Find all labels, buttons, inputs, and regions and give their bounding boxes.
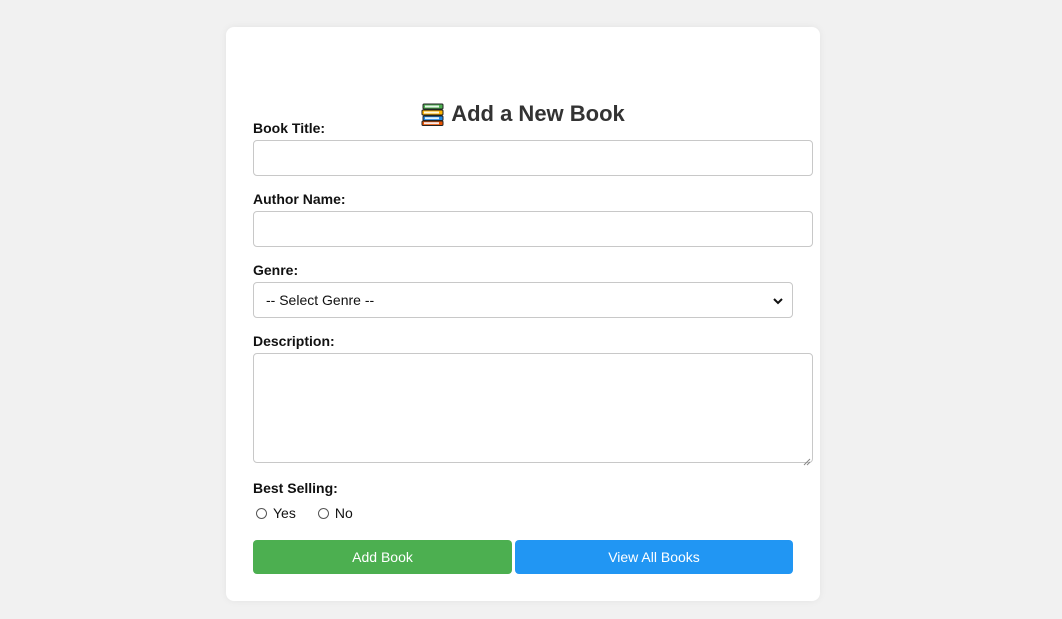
best-selling-no-radio[interactable]: [317, 507, 329, 519]
best-selling-no-label[interactable]: No: [335, 505, 353, 521]
author-name-input[interactable]: [253, 211, 813, 247]
add-book-button[interactable]: Add Book: [253, 540, 512, 574]
genre-select[interactable]: -- Select Genre --: [253, 282, 793, 318]
page-title: Add a New Book: [421, 101, 625, 127]
view-all-books-button[interactable]: View All Books: [515, 540, 793, 574]
description-label: Description:: [253, 333, 335, 349]
best-selling-yes-label[interactable]: Yes: [273, 505, 296, 521]
description-textarea[interactable]: [253, 353, 813, 466]
best-selling-label: Best Selling:: [253, 480, 338, 496]
author-name-label: Author Name:: [253, 191, 346, 207]
best-selling-options: Yes No: [256, 505, 353, 521]
best-selling-yes-radio[interactable]: [256, 507, 267, 519]
book-title-input[interactable]: [253, 140, 813, 176]
book-title-label: Book Title:: [253, 120, 326, 136]
genre-selected-value: -- Select Genre --: [266, 292, 375, 308]
resize-grip-icon[interactable]: [803, 453, 811, 466]
books-icon: [421, 102, 445, 126]
genre-label: Genre:: [253, 262, 299, 278]
page-title-text: Add a New Book: [451, 101, 625, 126]
add-book-card: Add a New Book Book Title: Author Name: …: [226, 27, 820, 601]
chevron-down-icon: [772, 294, 784, 306]
